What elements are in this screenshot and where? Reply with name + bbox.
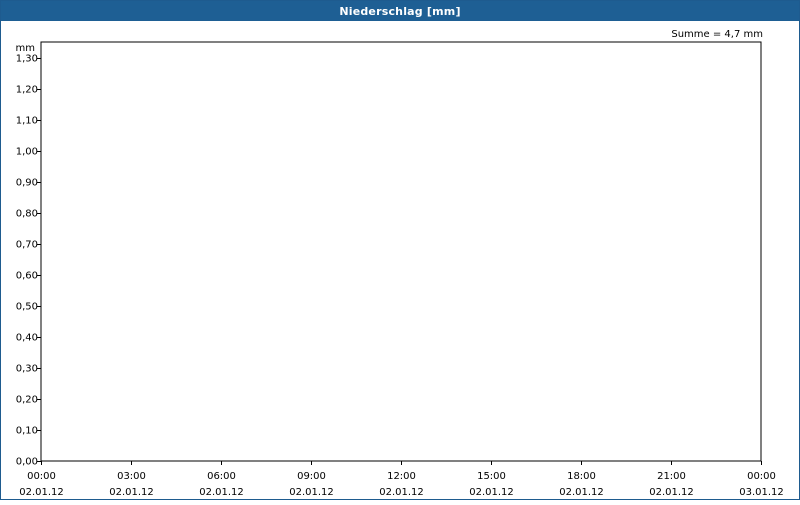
y-tick-label: 0,60 — [16, 271, 38, 282]
y-tick-label: 0,00 — [16, 457, 38, 468]
x-tick-time-label: 00:00 — [747, 471, 776, 482]
y-tick-label: 1,30 — [16, 54, 38, 65]
chart-window: 0,00 0,10 0,20 0,30 0,40 0,50 0,60 0,70 0,80 0,90… — [0, 0, 800, 500]
y-tick-label: 0,40 — [16, 333, 38, 344]
y-tick-label: 0,10 — [16, 426, 38, 437]
y-tick-label: 0,20 — [16, 395, 38, 406]
precipitation-chart: 0,00 0,10 0,20 0,30 0,40 0,50 0,60 0,70 0,80 0,90… — [16, 29, 784, 498]
chart-area: 0,00 0,10 0,20 0,30 0,40 0,50 0,60 0,70 0,80 0,90… — [1, 1, 800, 501]
x-tick-date-label: 02.01.12 — [289, 487, 334, 498]
y-tick-label: 0,80 — [16, 209, 38, 220]
window-titlebar: Niederschlag [mm] — [1, 1, 799, 21]
sum-annotation: Summe = 4,7 mm — [671, 29, 763, 40]
x-tick-time-label: 15:00 — [477, 471, 506, 482]
y-axis-label: mm — [16, 43, 35, 54]
axis-layer — [37, 41, 762, 465]
plot-frame — [40, 41, 762, 462]
x-tick-time-label: 03:00 — [117, 471, 146, 482]
x-tick-time-label: 18:00 — [567, 471, 596, 482]
y-tick-label: 0,70 — [16, 240, 38, 251]
y-tick-label: 0,50 — [16, 302, 38, 313]
x-tick-time-label: 12:00 — [387, 471, 416, 482]
x-tick-time-label: 21:00 — [657, 471, 686, 482]
y-tick-label: 1,20 — [16, 85, 38, 96]
x-tick-date-label: 02.01.12 — [379, 487, 424, 498]
x-tick-date-label: 02.01.12 — [199, 487, 244, 498]
y-tick-label: 0,30 — [16, 364, 38, 375]
x-tick-date-label: 02.01.12 — [469, 487, 514, 498]
x-tick-date-label: 03.01.12 — [739, 487, 784, 498]
x-tick-date-label: 02.01.12 — [559, 487, 604, 498]
y-tick-label: 0,90 — [16, 178, 38, 189]
y-tick-label: 1,10 — [16, 116, 38, 127]
x-tick-date-label: 02.01.12 — [649, 487, 694, 498]
y-tick-label: 1,00 — [16, 147, 38, 158]
x-tick-time-label: 09:00 — [297, 471, 326, 482]
x-tick-time-label: 06:00 — [207, 471, 236, 482]
x-tick-date-label: 02.01.12 — [19, 487, 64, 498]
x-tick-time-label: 00:00 — [27, 471, 56, 482]
x-tick-date-label: 02.01.12 — [109, 487, 154, 498]
